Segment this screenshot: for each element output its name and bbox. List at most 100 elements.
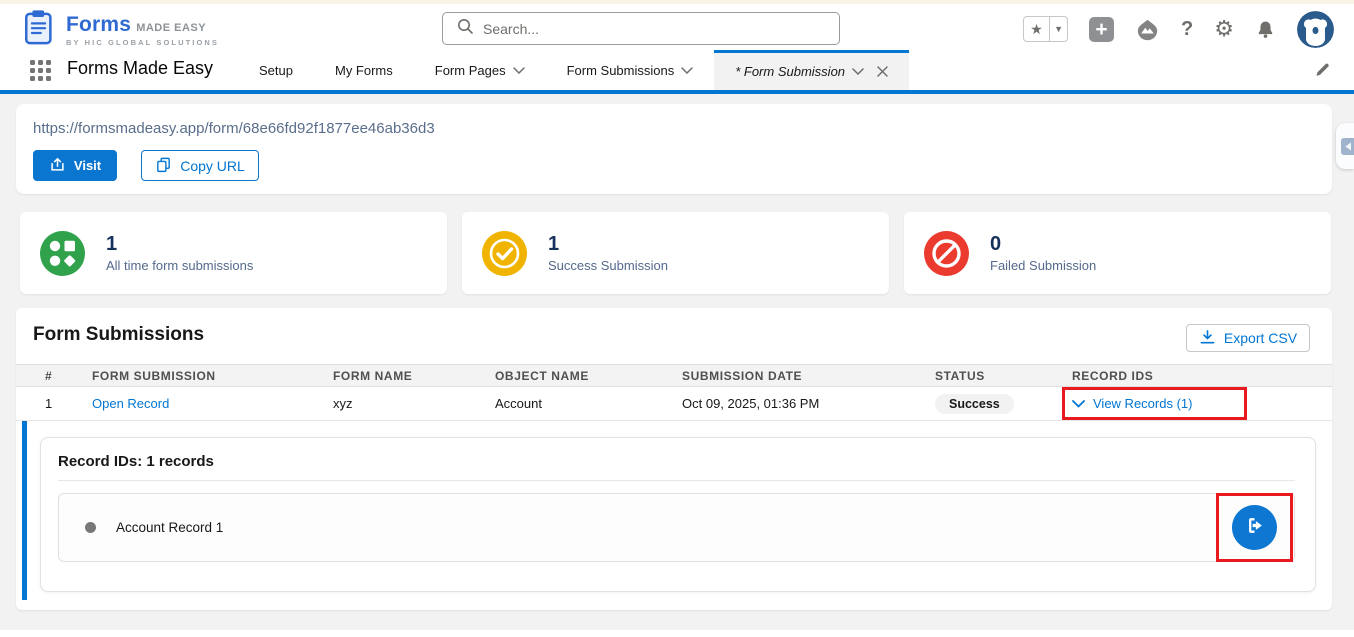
record-label: Account Record 1	[116, 520, 223, 535]
chevron-down-icon[interactable]	[852, 68, 864, 75]
form-url-card: https://formsmadeasy.app/form/68e66fd92f…	[16, 104, 1332, 194]
record-row: Account Record 1	[58, 493, 1295, 562]
column-header-form-submission: FORM SUBMISSION	[92, 369, 333, 383]
brand-suffix: MADE EASY	[136, 22, 206, 34]
user-avatar[interactable]	[1297, 11, 1334, 48]
record-ids-card: Record IDs: 1 records Account Record 1	[40, 437, 1316, 592]
stat-value: 1	[548, 233, 668, 256]
clipboard-logo-icon	[22, 8, 58, 51]
app-window: Forms MADE EASY BY HIC GLOBAL SOLUTIONS …	[0, 0, 1354, 637]
record-ids-expanded-section: Record IDs: 1 records Account Record 1	[16, 421, 1332, 600]
search-input[interactable]	[483, 21, 803, 37]
tab-form-submission-active[interactable]: * Form Submission	[714, 50, 909, 90]
setup-gear-icon[interactable]: ⚙	[1214, 18, 1234, 40]
page-body: https://formsmadeasy.app/form/68e66fd92f…	[0, 94, 1354, 637]
brand-logo: Forms MADE EASY BY HIC GLOBAL SOLUTIONS	[22, 8, 219, 51]
copy-icon	[155, 156, 172, 176]
tab-form-submissions[interactable]: Form Submissions	[546, 50, 715, 90]
global-actions-plus-icon[interactable]: +	[1089, 17, 1114, 42]
sign-out-icon	[1244, 515, 1265, 541]
tab-label: My Forms	[335, 63, 393, 78]
view-records-label: View Records (1)	[1093, 396, 1192, 411]
edit-pencil-icon[interactable]	[1314, 61, 1331, 83]
form-name-cell: xyz	[333, 396, 495, 411]
row-number: 1	[45, 396, 92, 411]
visit-button[interactable]: Visit	[33, 150, 117, 181]
bullet-dot-icon	[85, 522, 96, 533]
column-header-num: #	[45, 369, 92, 383]
header-utility-icons: ★ ▼ + ? ⚙	[1023, 9, 1334, 49]
column-header-record-ids: RECORD IDS	[1072, 369, 1332, 383]
stat-card-failed: 0 Failed Submission	[904, 212, 1331, 294]
tab-form-pages[interactable]: Form Pages	[414, 50, 546, 90]
notifications-bell-icon[interactable]	[1255, 19, 1276, 40]
table-row: 1 Open Record xyz Account Oct 09, 2025, …	[16, 387, 1332, 421]
form-submissions-card: Form Submissions Export CSV # FORM SUBMI…	[16, 308, 1332, 610]
column-header-object-name: OBJECT NAME	[495, 369, 682, 383]
chevron-down-icon[interactable]	[513, 67, 525, 74]
annotation-box-open-record	[1216, 493, 1293, 562]
stat-label: Success Submission	[548, 258, 668, 273]
form-url-text: https://formsmadeasy.app/form/68e66fd92f…	[33, 120, 1315, 137]
stat-card-success: 1 Success Submission	[462, 212, 889, 294]
global-header: Forms MADE EASY BY HIC GLOBAL SOLUTIONS …	[0, 4, 1354, 50]
favorite-star-icon[interactable]: ★	[1024, 17, 1050, 41]
status-badge: Success	[935, 394, 1014, 414]
copy-url-button-label: Copy URL	[180, 158, 245, 174]
tab-label: Setup	[259, 63, 293, 78]
tab-label: * Form Submission	[735, 64, 845, 79]
help-icon[interactable]: ?	[1181, 18, 1193, 41]
column-header-form-name: FORM NAME	[333, 369, 495, 383]
submission-date-cell: Oct 09, 2025, 01:36 PM	[682, 396, 935, 411]
column-header-status: STATUS	[935, 369, 1072, 383]
ban-icon	[924, 231, 969, 276]
object-name-cell: Account	[495, 396, 682, 411]
global-search[interactable]	[442, 12, 840, 45]
stats-row: 1 All time form submissions 1 Success Su…	[20, 212, 1332, 294]
check-icon	[482, 231, 527, 276]
open-record-link[interactable]: Open Record	[92, 396, 169, 411]
logo-text: Forms MADE EASY BY HIC GLOBAL SOLUTIONS	[66, 13, 219, 47]
chevron-down-icon[interactable]	[681, 67, 693, 74]
favorites-dropdown-icon[interactable]: ▼	[1050, 17, 1067, 41]
column-header-submission-date: SUBMISSION DATE	[682, 369, 935, 383]
copy-url-button[interactable]: Copy URL	[141, 150, 259, 181]
tab-label: Form Pages	[435, 63, 506, 78]
divider	[58, 480, 1295, 481]
stat-value: 1	[106, 233, 253, 256]
chevron-down-icon	[1072, 396, 1085, 411]
open-window-icon	[49, 156, 66, 176]
table-header-row: # FORM SUBMISSION FORM NAME OBJECT NAME …	[16, 364, 1332, 387]
submissions-header: Form Submissions Export CSV	[16, 308, 1332, 364]
search-icon	[457, 18, 474, 40]
app-launcher-waffle-icon[interactable]	[30, 60, 51, 81]
chevron-left-icon	[1341, 138, 1354, 155]
nav-tabs: Setup My Forms Form Pages Form Submissio…	[238, 50, 909, 90]
stat-card-all-submissions: 1 All time form submissions	[20, 212, 447, 294]
bottom-edge-strip	[0, 630, 1354, 637]
record-ids-heading: Record IDs: 1 records	[58, 453, 1295, 470]
export-csv-button[interactable]: Export CSV	[1186, 324, 1310, 352]
export-csv-label: Export CSV	[1224, 330, 1297, 346]
shapes-icon	[40, 231, 85, 276]
section-title: Form Submissions	[33, 324, 204, 346]
tab-label: Form Submissions	[567, 63, 675, 78]
view-records-toggle[interactable]: View Records (1)	[1072, 396, 1332, 411]
stat-label: Failed Submission	[990, 258, 1096, 273]
brand-tagline: BY HIC GLOBAL SOLUTIONS	[66, 38, 219, 47]
tab-my-forms[interactable]: My Forms	[314, 50, 414, 90]
brand-name: Forms	[66, 13, 131, 37]
favorites-button-group[interactable]: ★ ▼	[1023, 16, 1068, 42]
open-record-button[interactable]	[1232, 505, 1277, 550]
app-navigation-bar: Forms Made Easy Setup My Forms Form Page…	[0, 50, 1354, 90]
expanded-indicator-bar	[22, 421, 27, 600]
app-name[interactable]: Forms Made Easy	[67, 58, 213, 79]
guidance-trailhead-icon[interactable]	[1135, 18, 1160, 41]
visit-button-label: Visit	[74, 158, 101, 173]
stat-label: All time form submissions	[106, 258, 253, 273]
download-icon	[1199, 329, 1216, 348]
close-icon[interactable]	[877, 66, 888, 77]
stat-value: 0	[990, 233, 1096, 256]
tab-setup[interactable]: Setup	[238, 50, 314, 90]
side-panel-collapse-handle[interactable]	[1336, 123, 1354, 169]
